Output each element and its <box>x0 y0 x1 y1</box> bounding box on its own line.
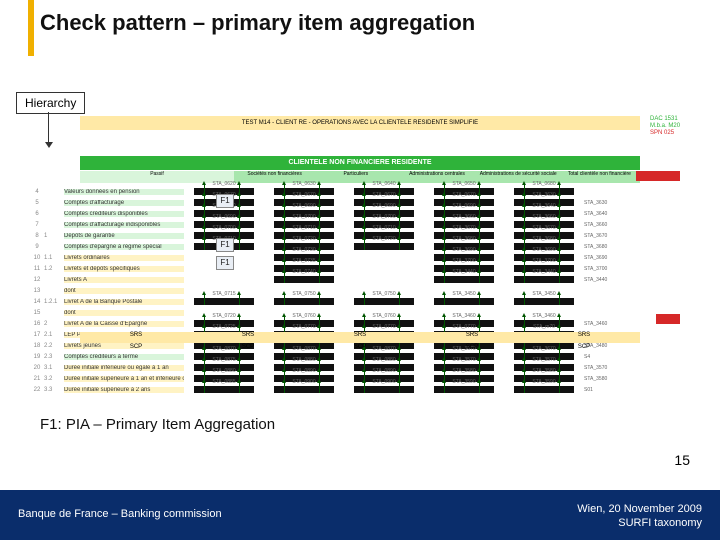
f1-badge: F1 <box>216 238 234 252</box>
table-row: 7Comptes d'affacturage indisponiblesSTA_… <box>30 219 690 230</box>
footer-row-srs: SRSSRSSRSSRSSRS <box>80 332 640 343</box>
table-row: 101.1Livrets ordinairesSTA_0730STA_3690S… <box>30 252 690 263</box>
red-highlight-top <box>636 171 680 181</box>
table-row: 111.2Livrets et dépôts spécifiquesSTA_07… <box>30 263 690 274</box>
footer-bar: Banque de France – Banking commission Wi… <box>0 490 720 540</box>
data-rows: 4Valeurs données en pensionSTA_0620STA_0… <box>30 186 690 395</box>
table-row: 5Comptes d'affacturageSTA_0670STA_0670ST… <box>30 197 690 208</box>
table-row: 12Livrets ASTA_0740STA_3440STA_3440STA_3… <box>30 274 690 285</box>
table-row: 141.2.1Livret A de la Banque PostaleSTA_… <box>30 296 690 307</box>
footer-row-scp: SCPSCPSCPSCPSCP <box>80 344 640 355</box>
table-row: 213.2Durée initiale supérieure à 1 an et… <box>30 373 690 384</box>
footer-left: Banque de France – Banking commission <box>18 508 222 520</box>
table-row: 81Dépôts de garantieSTA_0700STA_0710STA_… <box>30 230 690 241</box>
table-row: 9Comptes d'épargne à régime spécialSTA_0… <box>30 241 690 252</box>
hierarchy-arrow <box>48 112 49 142</box>
footer-right: Wien, 20 November 2009 SURFI taxonomy <box>577 502 702 530</box>
caption: F1: PIA – Primary Item Aggregation <box>40 416 275 433</box>
hierarchy-callout: Hierarchy <box>16 92 85 114</box>
slide-title: Check pattern – primary item aggregation <box>40 10 475 36</box>
col-head: Total clientèle non financière <box>559 171 640 183</box>
table-row: 15dont <box>30 307 690 318</box>
right-tags: DAC 1531M.b.a. M20SPN 025 <box>650 116 690 137</box>
f1-badge: F1 <box>216 194 234 208</box>
table-row: 6Comptes créditeurs disponiblesSTA_0680S… <box>30 208 690 219</box>
table-row: 13dont <box>30 285 690 296</box>
table-row: 223.3Durée initiale supérieure à 2 ansST… <box>30 384 690 395</box>
f1-badge: F1 <box>216 256 234 270</box>
accent-bar <box>28 0 34 56</box>
green-header: CLIENTELE NON FINANCIERE RESIDENTE <box>80 156 640 170</box>
hierarchy-label: Hierarchy <box>25 96 76 110</box>
sheet-title-row: TEST M14 - CLIENT RE - OPERATIONS AVEC L… <box>80 116 640 130</box>
col-head: Passif <box>80 171 234 183</box>
table-row: 203.1Durée initiale inférieure ou égale … <box>30 362 690 373</box>
table-row: 4Valeurs données en pensionSTA_0620STA_0… <box>30 186 690 197</box>
red-highlight-bottom <box>656 314 680 324</box>
right-tag: DAC 1531 <box>650 116 690 123</box>
right-tag: SPN 025 <box>650 130 690 137</box>
spreadsheet-screenshot: TEST M14 - CLIENT RE - OPERATIONS AVEC L… <box>30 116 690 356</box>
column-heads: PassifSociétés non financièresParticulie… <box>80 171 640 183</box>
right-tag: M.b.a. M20 <box>650 123 690 130</box>
page-number: 15 <box>674 452 690 468</box>
table-row: 162Livret A de la Caisse d'EpargneSTA_07… <box>30 318 690 329</box>
